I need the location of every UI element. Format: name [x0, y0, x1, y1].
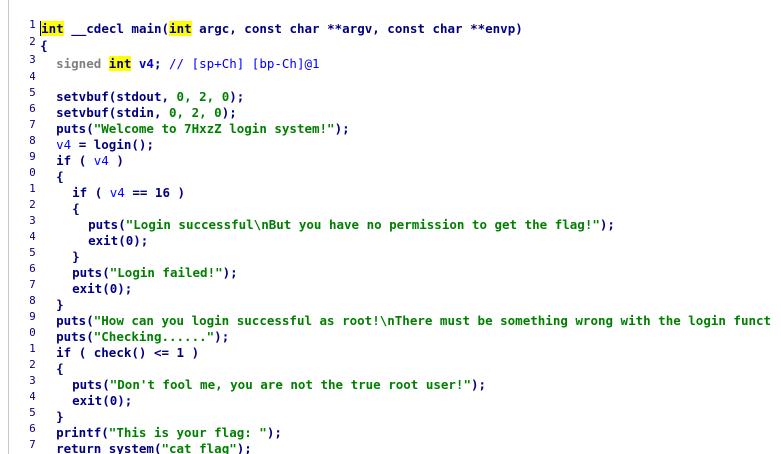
code-line-10[interactable]: 0{ [0, 149, 64, 184]
code-line-14[interactable]: 4 exit(0); [0, 213, 148, 248]
code-line-19[interactable]: 9 puts("How can you login successful as r… [0, 293, 771, 328]
code-line-5[interactable]: 5 setvbuf(stdout, 0, 2, 0); [0, 69, 244, 104]
code-line-7[interactable]: 7 puts("Welcome to 7HxzZ login system!"); [0, 101, 350, 136]
code-line-9[interactable]: 9 if ( v4 ) [0, 133, 124, 168]
punctuation: ); [266, 425, 282, 440]
function-call[interactable]: system [109, 441, 154, 454]
punctuation: ); [214, 329, 230, 344]
code-line-13[interactable]: 3 puts("Login successful\nBut you have no… [0, 197, 615, 232]
punctuation: ); [222, 265, 238, 280]
code-line-22[interactable]: 2{ [0, 341, 64, 376]
code-line-8[interactable]: 8 v4 = login(); [0, 117, 154, 152]
return-keyword[interactable]: return [56, 441, 101, 454]
punctuation [101, 441, 109, 454]
code-line-21[interactable]: 1 if ( check() <= 1 ) [0, 325, 199, 360]
code-line-27[interactable]: 7 return system("cat flag"); [0, 421, 252, 454]
code-line-4[interactable]: 4 [0, 53, 38, 83]
punctuation: ); [334, 121, 350, 136]
code-line-18[interactable]: 8} [0, 277, 64, 312]
function-params-text[interactable]: argc, const char **argv, const char **en… [192, 21, 523, 36]
code-line-1[interactable]: 1 int __cdecl main(int argc, const char *… [0, 1, 523, 36]
param-type-keyword[interactable]: int [169, 21, 192, 36]
string-literal[interactable]: "cat flag" [161, 441, 236, 454]
code-line-26[interactable]: 6 printf("This is your flag: "); [0, 405, 282, 440]
punctuation: ); [470, 377, 487, 392]
code-line-23[interactable]: 3 puts("Don't fool me, you are not the tr… [0, 357, 486, 392]
code-line-2[interactable]: 2{ [0, 18, 48, 53]
code-line-28[interactable]: 8} [0, 437, 48, 453]
code-line-12[interactable]: 2{ [0, 181, 80, 216]
code-line-3[interactable]: 3 signed int v4; // [sp+Ch] [bp-Ch]@1 [0, 36, 320, 71]
punctuation: ); [236, 441, 252, 454]
code-line-24[interactable]: 4 exit(0); [0, 373, 132, 408]
code-line-11[interactable]: 1 if ( v4 == 16 ) [0, 165, 185, 200]
code-line-16[interactable]: 6 puts("Login failed!"); [0, 245, 238, 280]
string-literal[interactable]: "Don't fool me, you are not the true roo… [110, 377, 471, 392]
code-line-6[interactable]: 6 setvbuf(stdin, 0, 2, 0); [0, 85, 237, 120]
punctuation: ); [599, 217, 615, 232]
punctuation: (); [131, 137, 154, 152]
code-line-17[interactable]: 7 exit(0); [0, 261, 132, 296]
pseudocode-view[interactable]: 1 int __cdecl main(int argc, const char *… [0, 0, 781, 454]
code-line-15[interactable]: 5} [0, 229, 80, 264]
string-literal[interactable]: "Login successful\nBut you have no permi… [126, 217, 600, 232]
function-signature-text[interactable]: __cdecl main( [64, 21, 169, 36]
code-line-25[interactable]: 5} [0, 389, 64, 424]
code-line-20[interactable]: 0 puts("Checking......"); [0, 309, 229, 344]
